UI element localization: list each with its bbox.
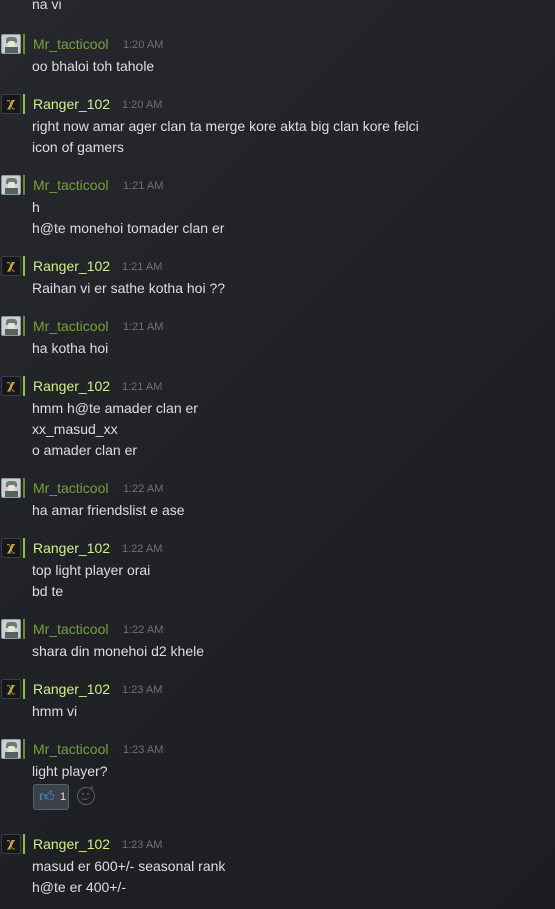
status-indicator xyxy=(23,94,25,114)
avatar[interactable] xyxy=(1,739,21,759)
author-name[interactable]: Ranger_102 xyxy=(33,96,110,112)
reaction-count: 1 xyxy=(60,791,67,803)
thumbs-up-icon: 👍︎ xyxy=(39,788,55,805)
author-name[interactable]: Ranger_102 xyxy=(33,681,110,697)
message-text: ha kotha hoi xyxy=(32,340,109,356)
timestamp: 1:21 AM xyxy=(123,180,164,192)
message-text: oo bhaloi toh tahole xyxy=(32,58,155,74)
partial-message-line: na vi xyxy=(32,0,62,12)
message-text: o amader clan er xyxy=(32,442,138,458)
status-indicator xyxy=(23,739,25,759)
message-text: bd te xyxy=(32,583,64,599)
avatar[interactable]: χ xyxy=(1,679,21,699)
message-text: hmm vi xyxy=(32,703,78,719)
timestamp: 1:23 AM xyxy=(123,744,164,756)
message-text: ha amar friendslist e ase xyxy=(32,502,185,518)
author-name[interactable]: Ranger_102 xyxy=(33,258,110,274)
timestamp: 1:20 AM xyxy=(122,99,163,111)
author-name[interactable]: Ranger_102 xyxy=(33,540,110,556)
status-indicator xyxy=(23,538,25,558)
message-text: Raihan vi er sathe kotha hoi ?? xyxy=(32,280,226,296)
timestamp: 1:21 AM xyxy=(123,321,164,333)
clan-logo-icon: χ xyxy=(6,378,16,393)
status-indicator xyxy=(23,619,25,639)
timestamp: 1:23 AM xyxy=(122,684,163,696)
status-indicator xyxy=(23,679,25,699)
message-text: shara din monehoi d2 khele xyxy=(32,643,205,659)
author-name[interactable]: Mr_tacticool xyxy=(33,480,108,496)
status-indicator xyxy=(23,478,25,498)
avatar[interactable]: χ xyxy=(1,538,21,558)
message-text: icon of gamers xyxy=(32,139,124,155)
avatar[interactable] xyxy=(1,175,21,195)
status-indicator xyxy=(23,834,25,854)
avatar[interactable]: χ xyxy=(1,376,21,396)
timestamp: 1:20 AM xyxy=(123,39,164,51)
clan-logo-icon: χ xyxy=(6,681,16,696)
avatar[interactable]: χ xyxy=(1,834,21,854)
message-text: light player? xyxy=(32,763,108,779)
reaction-thumbs-up[interactable]: 👍︎ 1 xyxy=(33,784,69,810)
status-indicator xyxy=(23,316,25,336)
status-indicator xyxy=(23,256,25,276)
author-name[interactable]: Mr_tacticool xyxy=(33,318,108,334)
status-indicator xyxy=(23,34,25,54)
avatar[interactable] xyxy=(1,619,21,639)
avatar[interactable] xyxy=(1,34,21,54)
message-text: right now amar ager clan ta merge kore a… xyxy=(32,118,419,134)
author-name[interactable]: Ranger_102 xyxy=(33,836,110,852)
clan-logo-icon: χ xyxy=(6,836,16,851)
author-name[interactable]: Mr_tacticool xyxy=(33,621,108,637)
message-text: h xyxy=(32,199,40,215)
author-name[interactable]: Ranger_102 xyxy=(33,378,110,394)
avatar[interactable]: χ xyxy=(1,94,21,114)
avatar[interactable] xyxy=(1,478,21,498)
timestamp: 1:22 AM xyxy=(123,483,164,495)
author-name[interactable]: Mr_tacticool xyxy=(33,177,108,193)
message-text: h@te monehoi tomader clan er xyxy=(32,220,225,236)
avatar[interactable]: χ xyxy=(1,256,21,276)
timestamp: 1:22 AM xyxy=(123,624,164,636)
clan-logo-icon: χ xyxy=(6,96,16,111)
avatar[interactable] xyxy=(1,316,21,336)
message-text: h@te er 400+/- xyxy=(32,879,126,895)
message-text: top light player orai xyxy=(32,562,151,578)
status-indicator xyxy=(23,175,25,195)
timestamp: 1:21 AM xyxy=(122,381,163,393)
status-indicator xyxy=(23,376,25,396)
timestamp: 1:21 AM xyxy=(122,261,163,273)
message-text: hmm h@te amader clan er xyxy=(32,400,198,416)
timestamp: 1:22 AM xyxy=(122,543,163,555)
author-name[interactable]: Mr_tacticool xyxy=(33,36,108,52)
clan-logo-icon: χ xyxy=(6,540,16,555)
author-name[interactable]: Mr_tacticool xyxy=(33,741,108,757)
clan-logo-icon: χ xyxy=(6,258,16,273)
message-text: masud er 600+/- seasonal rank xyxy=(32,858,226,874)
message-text: xx_masud_xx xyxy=(32,421,118,437)
add-reaction-icon[interactable]: + xyxy=(77,783,95,805)
timestamp: 1:23 AM xyxy=(122,839,163,851)
